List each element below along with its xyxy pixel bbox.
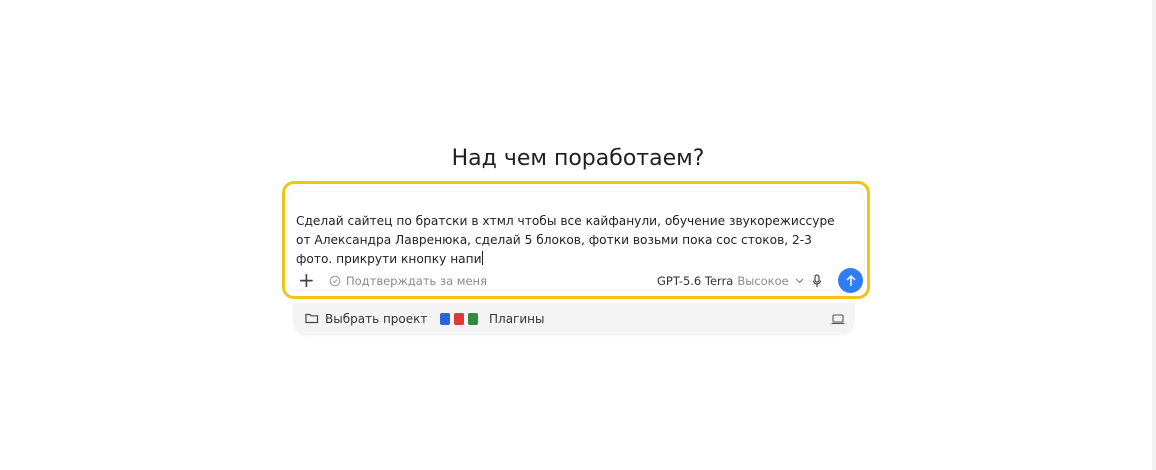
docs-app-icon bbox=[440, 313, 450, 325]
confirm-for-me-toggle[interactable]: Подтверждать за меня bbox=[329, 266, 487, 296]
prompt-input[interactable]: Сделай сайтец по братски в хтмл чтобы вс… bbox=[296, 212, 848, 269]
model-name: GPT-5.6 Terra bbox=[657, 274, 734, 288]
select-project-button[interactable]: Выбрать проект bbox=[305, 303, 427, 335]
add-attachment-button[interactable]: + bbox=[298, 265, 315, 295]
pdf-app-icon bbox=[454, 313, 464, 325]
window-edge bbox=[1152, 0, 1156, 470]
page-title: Над чем поработаем? bbox=[451, 146, 705, 171]
plus-icon: + bbox=[298, 268, 315, 292]
send-button[interactable] bbox=[838, 268, 863, 293]
prompt-text: Сделай сайтец по братски в хтмл чтобы вс… bbox=[296, 214, 839, 266]
chevron-down-icon bbox=[795, 278, 804, 284]
laptop-icon[interactable] bbox=[831, 303, 845, 335]
plugins-label: Плагины bbox=[489, 312, 545, 326]
sheets-app-icon bbox=[468, 313, 478, 325]
microphone-button[interactable] bbox=[812, 266, 822, 296]
text-caret bbox=[481, 251, 483, 265]
composer-toolbar: + Подтверждать за меня GPT-5.6 Terra Выс… bbox=[288, 266, 864, 296]
shield-icon bbox=[329, 275, 341, 287]
composer: Сделай сайтец по братски в хтмл чтобы вс… bbox=[288, 192, 864, 293]
folder-icon bbox=[305, 312, 319, 327]
select-project-label: Выбрать проект bbox=[325, 312, 428, 326]
model-selector[interactable]: GPT-5.6 Terra Высокое bbox=[657, 266, 804, 296]
composer-highlight: Сделай сайтец по братски в хтмл чтобы вс… bbox=[282, 181, 870, 299]
arrow-up-icon bbox=[845, 274, 856, 287]
plugins-icons bbox=[439, 312, 483, 326]
confirm-for-me-label: Подтверждать за меня bbox=[346, 274, 487, 288]
microphone-icon bbox=[812, 274, 822, 288]
model-level: Высокое bbox=[737, 274, 789, 288]
composer-footer-bar: Выбрать проект Плагины bbox=[293, 303, 855, 335]
plugins-button[interactable]: Плагины bbox=[439, 303, 544, 335]
